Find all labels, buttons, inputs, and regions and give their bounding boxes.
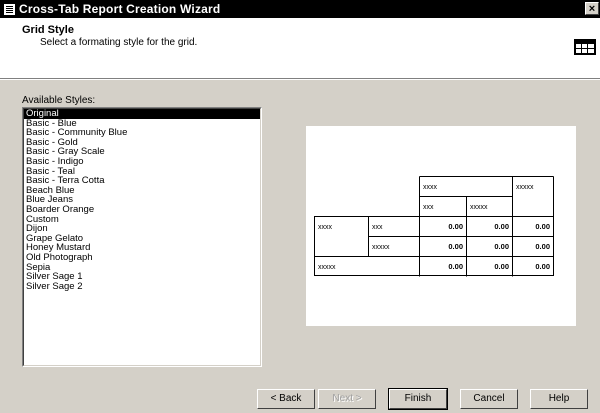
styles-list-items: Original Basic - Blue Basic - Community Bl… (23, 108, 261, 366)
preview-value-cell: 0.00 (448, 262, 463, 271)
preview-value-cell: 0.00 (448, 222, 463, 231)
next-button[interactable]: Next > (318, 389, 376, 409)
style-list-item[interactable]: Boarder Orange (24, 205, 260, 215)
style-list-item[interactable]: Custom (24, 214, 260, 225)
app-icon (4, 3, 15, 15)
style-list-item[interactable]: Silver Sage 2 (24, 282, 260, 292)
window-title: Cross-Tab Report Creation Wizard (19, 2, 221, 16)
available-styles-label: Available Styles: (22, 95, 96, 106)
grid-preview: xxxx xxxxx xxx xxxxx xxxx xxxxx xxx xxxx… (306, 126, 576, 326)
header-divider (0, 79, 600, 80)
styles-listbox[interactable]: Original Basic - Blue Basic - Community Bl… (22, 107, 262, 367)
preview-value-cell: 0.00 (535, 242, 550, 251)
preview-row-inner-2: xxxxx (372, 244, 390, 251)
grid-icon (574, 39, 596, 55)
page-title: Grid Style (22, 24, 74, 36)
help-button[interactable]: Help (530, 389, 588, 409)
preview-grid-svg: xxxx xxxxx xxx xxxxx xxxx xxxxx xxx xxxx… (314, 176, 554, 277)
wizard-header: Grid Style Select a formating style for … (0, 18, 600, 79)
preview-value-cell: 0.00 (535, 262, 550, 271)
preview-col-sub-2: xxxxx (470, 204, 488, 211)
title-bar: Cross-Tab Report Creation Wizard × (0, 0, 600, 18)
finish-button[interactable]: Finish (388, 388, 448, 410)
preview-row-outer-1: xxxx (318, 224, 333, 231)
preview-values: 0.00 0.00 0.00 0.00 0.00 0.00 0.00 0.00 0.00 (448, 222, 550, 271)
close-button[interactable]: × (585, 2, 599, 15)
preview-col-header-1: xxxx (423, 184, 438, 191)
preview-value-cell: 0.00 (448, 242, 463, 251)
preview-row-outer-2: xxxxx (318, 264, 336, 271)
preview-col-header-2: xxxxx (516, 184, 534, 191)
wizard-window: Cross-Tab Report Creation Wizard × Grid … (0, 0, 600, 413)
page-subtitle: Select a formating style for the grid. (40, 37, 198, 48)
style-list-item[interactable]: Old Photograph (24, 253, 260, 263)
preview-col-sub-1: xxx (423, 204, 434, 211)
preview-value-cell: 0.00 (494, 242, 509, 251)
preview-row-inner-1: xxx (372, 224, 383, 231)
cancel-button[interactable]: Cancel (460, 389, 518, 409)
preview-grid-lines (314, 176, 554, 277)
preview-value-cell: 0.00 (535, 222, 550, 231)
preview-value-cell: 0.00 (494, 262, 509, 271)
preview-value-cell: 0.00 (494, 222, 509, 231)
back-button[interactable]: < Back (257, 389, 315, 409)
